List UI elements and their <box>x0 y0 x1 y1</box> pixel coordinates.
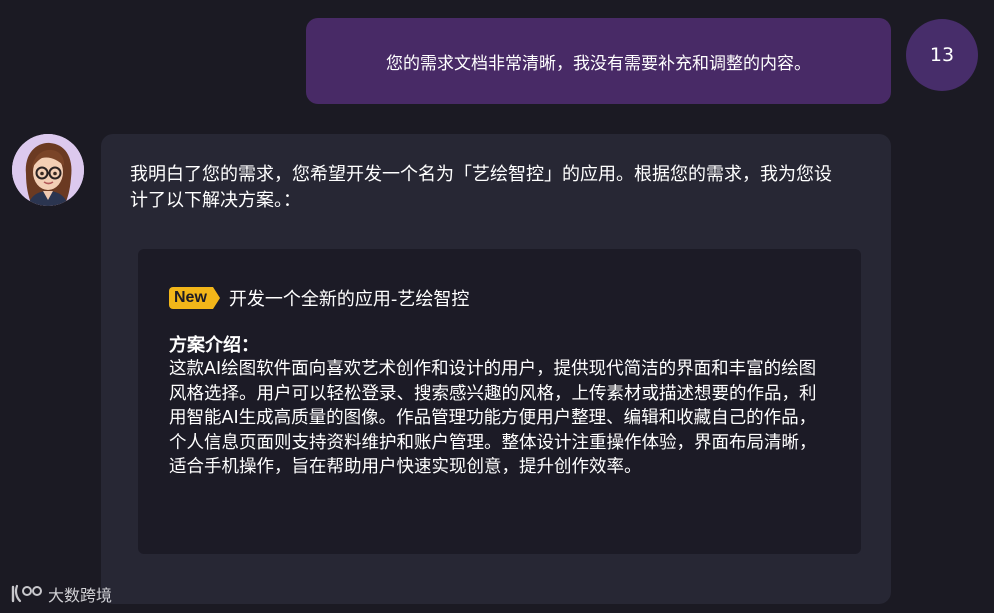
plan-section-heading: 方案介绍： <box>169 335 259 356</box>
watermark: 大数跨境 <box>10 582 112 606</box>
chat-page: 您的需求文档非常清晰，我没有需要补充和调整的内容。 13 我明白了您的需求，您希… <box>0 0 994 613</box>
user-avatar[interactable]: 13 <box>906 19 978 91</box>
assistant-message-bubble: 我明白了您的需求，您希望开发一个名为「艺绘智控」的应用。根据您的需求，我为您设计… <box>101 134 891 604</box>
assistant-avatar <box>12 134 84 206</box>
plan-section-body: 这款AI绘图软件面向喜欢艺术创作和设计的用户，提供现代简洁的界面和丰富的绘图风格… <box>169 359 817 477</box>
watermark-logo-icon <box>11 584 42 603</box>
assistant-intro-text: 我明白了您的需求，您希望开发一个名为「艺绘智控」的应用。根据您的需求，我为您设计… <box>130 164 832 211</box>
plan-card[interactable]: New 开发一个全新的应用-艺绘智控 方案介绍： 这款AI绘图软件面向喜欢艺术创… <box>138 249 861 554</box>
user-avatar-label: 13 <box>929 44 955 66</box>
plan-header: New 开发一个全新的应用-艺绘智控 <box>169 285 469 311</box>
watermark-text: 大数跨境 <box>48 586 113 605</box>
user-message-bubble: 您的需求文档非常清晰，我没有需要补充和调整的内容。 <box>306 18 891 104</box>
assistant-avatar-icon <box>12 134 84 206</box>
new-badge: New <box>169 287 220 309</box>
plan-title: 开发一个全新的应用-艺绘智控 <box>228 289 470 310</box>
user-message-text: 您的需求文档非常清晰，我没有需要补充和调整的内容。 <box>386 53 811 74</box>
